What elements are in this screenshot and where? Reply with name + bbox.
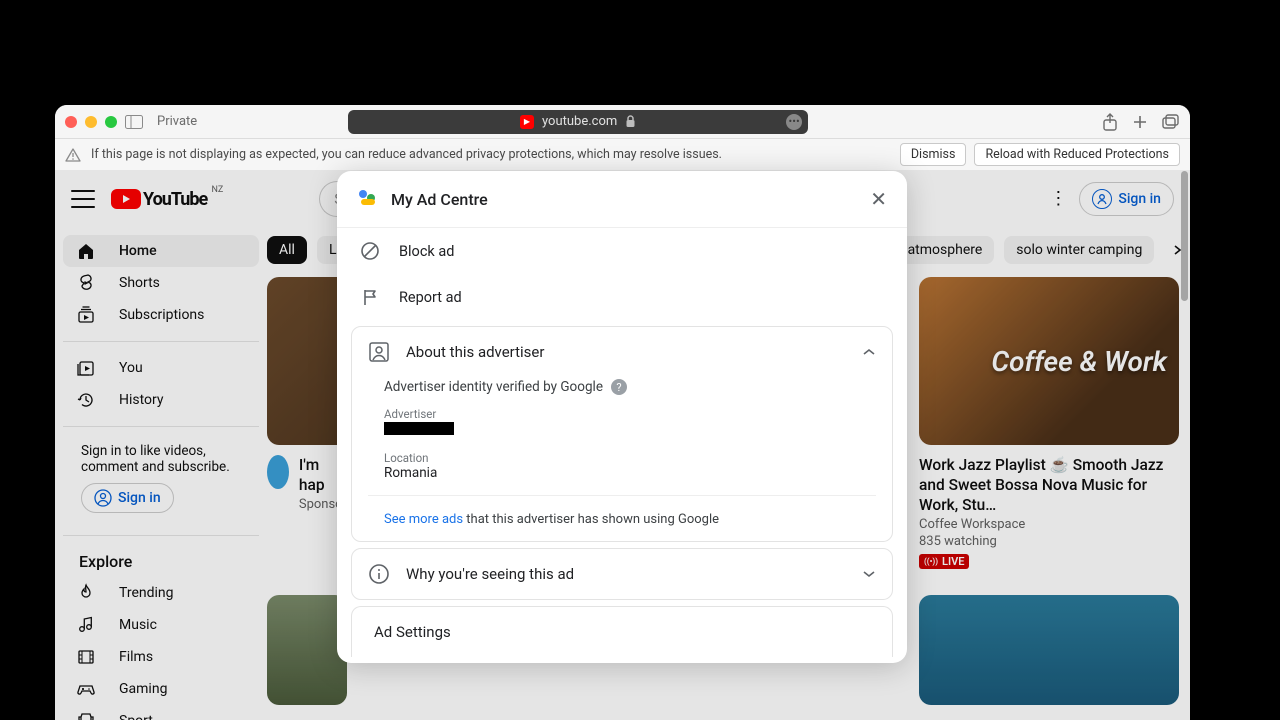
see-more-ads-link[interactable]: See more ads — [384, 512, 463, 527]
share-icon[interactable] — [1102, 113, 1118, 131]
verified-text: Advertiser identity verified by Google — [384, 379, 603, 395]
youtube-app: YouTube NZ Search ⋮ Sign in — [55, 171, 1190, 720]
page-settings-icon[interactable]: ••• — [786, 114, 802, 130]
url-host: youtube.com — [542, 114, 617, 129]
traffic-lights — [65, 116, 117, 128]
location-field: Location Romania — [352, 447, 892, 489]
ad-centre-logo-icon — [357, 188, 379, 210]
warning-icon — [65, 148, 81, 162]
titlebar: Private ▶ youtube.com ••• — [55, 105, 1190, 139]
advertiser-name-redacted — [384, 422, 454, 435]
person-square-icon — [368, 341, 390, 363]
reload-reduced-button[interactable]: Reload with Reduced Protections — [974, 143, 1180, 166]
verified-row: Advertiser identity verified by Google ? — [352, 377, 892, 403]
ad-settings-panel: Ad Settings — [351, 606, 893, 657]
block-ad-label: Block ad — [399, 243, 454, 260]
about-advertiser-panel: About this advertiser Advertiser identit… — [351, 326, 893, 542]
see-more-rest: that this advertiser has shown using Goo… — [463, 512, 719, 527]
advertiser-field: Advertiser — [352, 403, 892, 447]
help-icon[interactable]: ? — [611, 379, 627, 395]
block-icon — [359, 240, 381, 262]
why-seeing-toggle[interactable]: Why you're seeing this ad — [352, 549, 892, 599]
sidebar-toggle-icon[interactable] — [125, 115, 143, 129]
field-label: Location — [384, 451, 860, 465]
minimize-window-button[interactable] — [85, 116, 97, 128]
titlebar-right — [1102, 113, 1180, 131]
chevron-down-icon — [862, 569, 876, 579]
why-seeing-heading: Why you're seeing this ad — [406, 565, 574, 583]
location-value: Romania — [384, 465, 860, 481]
info-icon — [368, 563, 390, 585]
block-ad-row[interactable]: Block ad — [337, 228, 907, 274]
report-ad-row[interactable]: Report ad — [337, 274, 907, 320]
ad-centre-modal: My Ad Centre ✕ Block ad Report ad About … — [337, 171, 907, 663]
private-label: Private — [157, 114, 197, 129]
chevron-up-icon — [862, 347, 876, 357]
modal-header: My Ad Centre ✕ — [337, 171, 907, 228]
close-button[interactable]: ✕ — [870, 187, 887, 211]
address-bar[interactable]: ▶ youtube.com ••• — [348, 110, 808, 134]
see-more-row: See more ads that this advertiser has sh… — [352, 502, 892, 541]
tabs-icon[interactable] — [1162, 113, 1180, 131]
warning-text: If this page is not displaying as expect… — [91, 147, 722, 162]
browser-window: Private ▶ youtube.com ••• If this pag — [55, 105, 1190, 720]
site-favicon: ▶ — [520, 115, 534, 129]
about-advertiser-toggle[interactable]: About this advertiser — [352, 327, 892, 377]
modal-title: My Ad Centre — [391, 190, 488, 209]
why-seeing-panel: Why you're seeing this ad — [351, 548, 893, 600]
zoom-window-button[interactable] — [105, 116, 117, 128]
close-window-button[interactable] — [65, 116, 77, 128]
report-ad-label: Report ad — [399, 289, 462, 306]
privacy-warning-bar: If this page is not displaying as expect… — [55, 139, 1190, 171]
dismiss-button[interactable]: Dismiss — [900, 143, 967, 166]
flag-icon — [359, 286, 381, 308]
new-tab-icon[interactable] — [1132, 113, 1148, 131]
lock-icon — [625, 115, 636, 128]
about-advertiser-heading: About this advertiser — [406, 343, 544, 361]
ad-settings-heading[interactable]: Ad Settings — [352, 607, 892, 657]
field-label: Advertiser — [384, 407, 860, 421]
